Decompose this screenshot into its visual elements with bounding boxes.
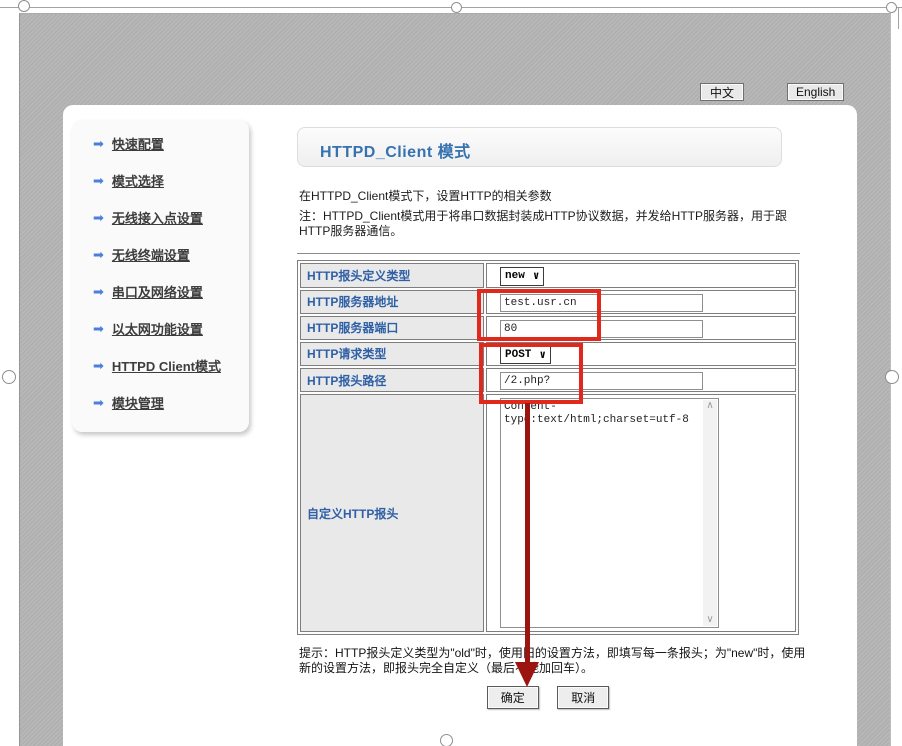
sidebar-item-label: 快速配置 [112, 134, 164, 153]
sidebar-item-label: HTTPD Client模式 [112, 356, 221, 375]
http-header-type-label: HTTP报头定义类型 [300, 263, 484, 288]
page-title-box: HTTPD_Client 模式 [297, 127, 782, 167]
resize-handle-middle-left[interactable] [2, 370, 16, 384]
http-server-port-label: HTTP服务器端口 [300, 316, 484, 340]
form-buttons: 确定 取消 [297, 686, 799, 709]
sidebar-menu: ➡ 快速配置 ➡ 模式选择 ➡ 无线接入点设置 ➡ 无线终端设置 ➡ 串口及 [72, 120, 249, 421]
content-panel: ➡ 快速配置 ➡ 模式选择 ➡ 无线接入点设置 ➡ 无线终端设置 ➡ 串口及 [63, 105, 857, 746]
table-row: HTTP报头定义类型 new ∨ [300, 263, 796, 288]
annotation-highlight-server-fields [477, 289, 601, 341]
sidebar-item-serial-network-settings[interactable]: ➡ 串口及网络设置 [72, 273, 249, 310]
sidebar-item-label: 无线终端设置 [112, 245, 190, 264]
separator-line [297, 253, 800, 254]
mode-description: 在HTTPD_Client模式下，设置HTTP的相关参数 [299, 187, 552, 204]
scroll-up-icon[interactable]: ∧ [706, 400, 713, 412]
resize-handle-top-center[interactable] [451, 2, 462, 13]
sidebar-item-wireless-ap-settings[interactable]: ➡ 无线接入点设置 [72, 199, 249, 236]
sidebar-item-ethernet-settings[interactable]: ➡ 以太网功能设置 [72, 310, 249, 347]
cancel-button[interactable]: 取消 [557, 686, 609, 709]
sidebar-item-wireless-sta-settings[interactable]: ➡ 无线终端设置 [72, 236, 249, 273]
page-title: HTTPD_Client 模式 [298, 128, 781, 162]
resize-handle-top-right[interactable] [886, 2, 897, 13]
arrow-right-icon: ➡ [93, 396, 104, 409]
http-server-address-label: HTTP服务器地址 [300, 290, 484, 314]
arrow-right-icon: ➡ [93, 322, 104, 335]
language-chinese-button[interactable]: 中文 [700, 83, 744, 101]
sidebar-item-label: 模块管理 [112, 393, 164, 412]
sidebar-item-label: 串口及网络设置 [112, 282, 203, 301]
http-header-path-label: HTTP报头路径 [300, 368, 484, 392]
arrow-right-icon: ➡ [93, 285, 104, 298]
language-english-button[interactable]: English [787, 83, 844, 101]
http-request-type-label: HTTP请求类型 [300, 342, 484, 367]
sidebar-item-httpd-client-mode[interactable]: ➡ HTTPD Client模式 [72, 347, 249, 384]
annotation-arrow-head-icon [515, 662, 539, 687]
arrow-right-icon: ➡ [93, 174, 104, 187]
http-header-type-select[interactable]: new ∨ [500, 267, 544, 286]
chevron-down-icon: ∨ [533, 269, 540, 283]
annotation-highlight-request-fields [479, 343, 583, 404]
custom-http-header-label: 自定义HTTP报头 [300, 394, 484, 632]
annotation-arrow-stem [525, 403, 530, 663]
resize-handle-bottom-center[interactable] [440, 734, 453, 746]
ok-button[interactable]: 确定 [487, 686, 539, 709]
arrow-right-icon: ➡ [93, 248, 104, 261]
arrow-right-icon: ➡ [93, 359, 104, 372]
sidebar-item-label: 模式选择 [112, 171, 164, 190]
arrow-right-icon: ➡ [93, 211, 104, 224]
sidebar-item-module-management[interactable]: ➡ 模块管理 [72, 384, 249, 421]
hint-text: 提示：HTTP报头定义类型为"old"时，使用旧的设置方法，即填写每一条报头；为… [299, 646, 816, 676]
sidebar-item-mode-select[interactable]: ➡ 模式选择 [72, 162, 249, 199]
resize-handle-middle-right[interactable] [885, 370, 899, 384]
custom-http-header-textarea[interactable]: Content-type:text/html;charset=utf-8 ∧ ∨ [500, 398, 719, 628]
mode-note: 注：HTTPD_Client模式用于将串口数据封装成HTTP协议数据，并发给HT… [299, 209, 811, 239]
textarea-scrollbar[interactable]: ∧ ∨ [703, 400, 717, 626]
sidebar-item-quick-config[interactable]: ➡ 快速配置 [72, 125, 249, 162]
sidebar-item-label: 以太网功能设置 [112, 319, 203, 338]
resize-handle-top-left[interactable] [18, 0, 30, 12]
arrow-right-icon: ➡ [93, 137, 104, 150]
selection-frame-corner [898, 7, 899, 29]
sidebar-item-label: 无线接入点设置 [112, 208, 203, 227]
scroll-down-icon[interactable]: ∨ [706, 614, 713, 626]
table-row: 自定义HTTP报头 Content-type:text/html;charset… [300, 394, 796, 632]
screenshot-root: 中文 English ➡ 快速配置 ➡ 模式选择 ➡ 无线接入点设置 ➡ [0, 0, 902, 746]
sidebar-nav: ➡ 快速配置 ➡ 模式选择 ➡ 无线接入点设置 ➡ 无线终端设置 ➡ 串口及 [72, 120, 249, 432]
